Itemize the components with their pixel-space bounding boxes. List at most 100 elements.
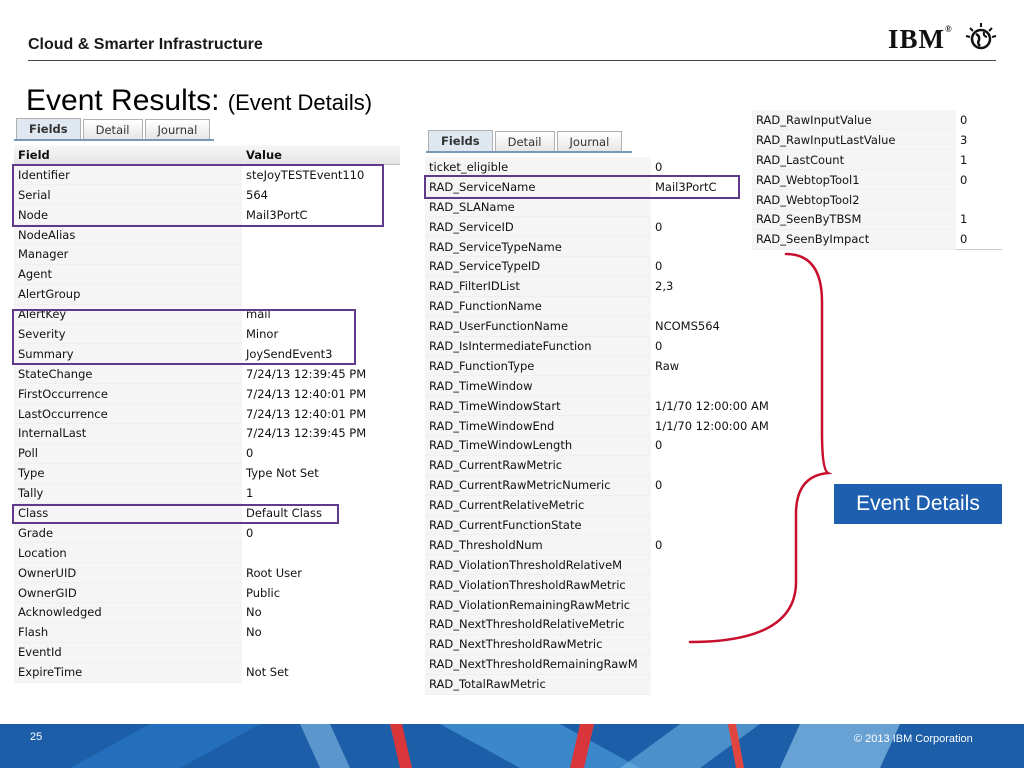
- field-value-cell: 7/24/13 12:39:45 PM: [242, 423, 400, 444]
- table-row[interactable]: Tally 1: [14, 483, 400, 504]
- table-row[interactable]: RAD_RawInputValue 0: [752, 110, 1002, 131]
- event-details-callout: Event Details: [834, 484, 1002, 524]
- table-row[interactable]: Agent: [14, 264, 400, 285]
- field-value-cell: Minor: [242, 324, 400, 344]
- field-value-cell: mail: [242, 304, 400, 325]
- field-name-cell: RAD_CurrentRawMetric: [425, 455, 651, 476]
- footer-bar: [0, 724, 1024, 768]
- tab-detail[interactable]: Detail: [494, 131, 555, 151]
- table-row[interactable]: RAD_ServiceID 0: [425, 216, 777, 238]
- field-name-cell: Identifier: [14, 164, 242, 186]
- table-row[interactable]: Node Mail3PortC: [14, 204, 400, 226]
- field-value-cell: [651, 674, 777, 695]
- page-number: 25: [30, 731, 43, 743]
- column-header-field[interactable]: Field: [14, 145, 242, 166]
- field-name-cell: Manager: [14, 244, 242, 265]
- field-value-cell: [242, 542, 400, 563]
- tab-fields[interactable]: Fields: [428, 130, 493, 151]
- table-row[interactable]: Summary JoySendEvent3: [14, 343, 400, 365]
- table-row[interactable]: RAD_ServiceName Mail3PortC: [425, 176, 777, 198]
- field-value-cell: Root User: [242, 562, 400, 583]
- table-row[interactable]: ExpireTime Not Set: [14, 662, 400, 683]
- table-row[interactable]: Acknowledged No: [14, 602, 400, 623]
- field-name-cell: RAD_TotalRawMetric: [425, 674, 651, 695]
- middle-panel-tabs: Fields Detail Journal: [428, 130, 624, 151]
- field-name-cell: Tally: [14, 483, 242, 504]
- field-name-cell: RAD_ServiceID: [425, 216, 651, 238]
- field-name-cell: RAD_ViolationRemainingRawMetric: [425, 594, 651, 615]
- field-value-cell: Not Set: [242, 662, 400, 683]
- field-name-cell: Location: [14, 542, 242, 564]
- table-row[interactable]: Severity Minor: [14, 324, 400, 345]
- field-name-cell: StateChange: [14, 363, 242, 385]
- field-value-cell: 7/24/13 12:39:45 PM: [242, 363, 400, 384]
- table-row[interactable]: AlertKey mail: [14, 304, 400, 325]
- field-value-cell: steJoyTESTEvent110: [242, 164, 400, 185]
- table-row[interactable]: Manager: [14, 244, 400, 265]
- table-row[interactable]: RAD_RawInputLastValue 3: [752, 129, 1002, 151]
- field-name-cell: NodeAlias: [14, 224, 242, 245]
- field-name-cell: Acknowledged: [14, 602, 242, 623]
- table-row[interactable]: Type Type Not Set: [14, 463, 400, 484]
- field-value-cell: JoySendEvent3: [242, 343, 400, 364]
- field-name-cell: Flash: [14, 622, 242, 643]
- column-header-value[interactable]: Value: [242, 145, 400, 166]
- table-row[interactable]: OwnerGID Public: [14, 582, 400, 603]
- table-row[interactable]: Serial 564: [14, 184, 400, 206]
- table-row[interactable]: Identifier steJoyTESTEvent110: [14, 164, 400, 186]
- field-name-cell: RAD_FilterIDList: [425, 276, 651, 297]
- table-row[interactable]: StateChange 7/24/13 12:39:45 PM: [14, 363, 400, 385]
- field-value-cell: 0: [956, 229, 1002, 250]
- table-row[interactable]: RAD_TotalRawMetric: [425, 674, 777, 695]
- tab-detail[interactable]: Detail: [82, 119, 143, 139]
- field-value-cell: [242, 264, 400, 285]
- table-row[interactable]: Location: [14, 542, 400, 564]
- field-value-cell: 7/24/13 12:40:01 PM: [242, 383, 400, 404]
- table-row[interactable]: InternalLast 7/24/13 12:39:45 PM: [14, 423, 400, 444]
- field-name-cell: RAD_ViolationThresholdRawMetric: [425, 574, 651, 596]
- field-name-cell: RAD_LastCount: [752, 149, 956, 171]
- slide-title: Event Results: (Event Details): [26, 84, 372, 118]
- table-row[interactable]: OwnerUID Root User: [14, 562, 400, 584]
- field-name-cell: RAD_NextThresholdRawMetric: [425, 634, 651, 655]
- table-row[interactable]: RAD_SeenByTBSM 1: [752, 209, 1002, 230]
- table-row[interactable]: RAD_WebtopTool2: [752, 189, 1002, 210]
- table-row[interactable]: RAD_SLAName: [425, 196, 777, 218]
- tab-journal[interactable]: Journal: [556, 131, 623, 151]
- field-name-cell: RAD_UserFunctionName: [425, 316, 651, 337]
- tab-journal[interactable]: Journal: [144, 119, 211, 139]
- table-row[interactable]: NodeAlias: [14, 224, 400, 245]
- field-name-cell: RAD_SeenByTBSM: [752, 209, 956, 230]
- left-tab-underline: [14, 139, 214, 141]
- table-row[interactable]: Class Default Class: [14, 503, 400, 524]
- field-value-cell: 0: [956, 110, 1002, 130]
- table-row[interactable]: Poll 0: [14, 443, 400, 464]
- ibm-logo: IBM®: [888, 24, 953, 55]
- table-row[interactable]: FirstOccurrence 7/24/13 12:40:01 PM: [14, 383, 400, 405]
- table-row[interactable]: RAD_NextThresholdRemainingRawM: [425, 654, 777, 675]
- field-name-cell: ticket_eligible: [425, 157, 651, 178]
- table-row[interactable]: RAD_WebtopTool1 0: [752, 169, 1002, 191]
- fields-table: Field Value Identifier steJoyTESTEvent110…: [14, 145, 400, 683]
- field-name-cell: RAD_CurrentRawMetricNumeric: [425, 475, 651, 496]
- table-row[interactable]: ticket_eligible 0: [425, 157, 777, 178]
- table-row[interactable]: RAD_LastCount 1: [752, 149, 1002, 171]
- field-name-cell: RAD_SeenByImpact: [752, 229, 956, 250]
- table-row[interactable]: LastOccurrence 7/24/13 12:40:01 PM: [14, 403, 400, 424]
- fields-table-header-row: Field Value: [14, 145, 400, 166]
- tab-fields[interactable]: Fields: [16, 118, 81, 139]
- table-row[interactable]: Flash No: [14, 622, 400, 643]
- left-panel-tabs: Fields Detail Journal: [16, 118, 212, 139]
- smarter-planet-globe-icon: [965, 23, 997, 50]
- field-name-cell: RAD_TimeWindowStart: [425, 395, 651, 417]
- table-row[interactable]: Grade 0: [14, 522, 400, 544]
- field-value-cell: Type Not Set: [242, 463, 400, 484]
- field-name-cell: AlertGroup: [14, 284, 242, 305]
- table-row[interactable]: AlertGroup: [14, 284, 400, 305]
- field-value-cell: [242, 642, 400, 663]
- field-name-cell: OwnerGID: [14, 582, 242, 603]
- table-row[interactable]: EventId: [14, 642, 400, 663]
- table-row[interactable]: RAD_SeenByImpact 0: [752, 229, 1002, 250]
- field-value-cell: No: [242, 602, 400, 623]
- field-name-cell: RAD_ServiceName: [425, 176, 651, 198]
